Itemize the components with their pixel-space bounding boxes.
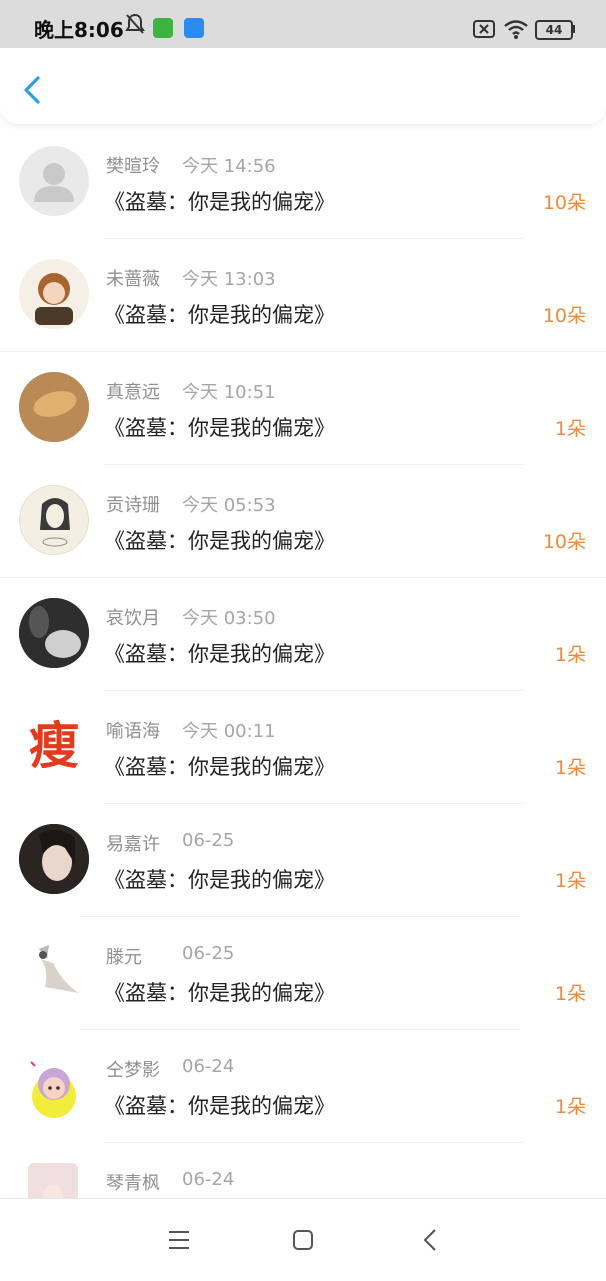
gift-record-list: 樊暄玲 今天 14:56 《盗墓：你是我的偏宠》 10朵 未蔷薇 今天 13:0… [0,126,606,1198]
user-name: 樊暄玲 [106,156,160,177]
flower-count: 1朵 [554,983,586,1005]
timestamp: 今天 00:11 [182,721,276,742]
menu-icon[interactable] [166,1227,192,1253]
avatar [19,598,89,668]
sketch-avatar-icon [40,498,70,547]
flower-count: 1朵 [554,870,586,892]
flower-count: 1朵 [554,418,586,440]
user-name: 滕元 [106,947,142,968]
bell-muted-icon [125,13,145,34]
home-square-icon[interactable] [290,1227,316,1253]
photo-avatar-icon [19,598,89,668]
list-item[interactable]: 滕元 06-25 《盗墓：你是我的偏宠》 1朵 [0,917,606,1030]
app-notification-icon [153,18,173,38]
avatar [19,824,89,894]
top-bar [0,48,606,124]
flower-count: 10朵 [542,192,586,214]
flower-count: 10朵 [542,531,586,553]
user-name: 喻语海 [106,721,160,742]
battery-indicator: 44 [535,20,573,40]
avatar [19,146,89,216]
flower-count: 1朵 [554,757,586,779]
no-sim-icon [473,20,495,38]
timestamp: 今天 14:56 [182,156,276,177]
timestamp: 今天 13:03 [182,269,276,290]
timestamp: 今天 05:53 [182,495,276,516]
user-name: 仝梦影 [106,1060,160,1081]
list-item[interactable]: 贡诗珊 今天 05:53 《盗墓：你是我的偏宠》 10朵 [0,465,606,578]
avatar [19,259,89,329]
illustration-avatar-icon [39,945,79,993]
battery-tip [572,25,575,33]
user-name: 琴青枫 [106,1173,160,1194]
user-name: 易嘉许 [106,834,160,855]
avatar [19,937,89,1007]
book-title: 《盗墓：你是我的偏宠》 [104,190,335,214]
user-name: 哀饮月 [106,608,160,629]
list-item[interactable]: 真意远 今天 10:51 《盗墓：你是我的偏宠》 1朵 [0,352,606,465]
list-item[interactable]: 瘦 喻语海 今天 00:11 《盗墓：你是我的偏宠》 1朵 [0,691,606,804]
avatar [19,1050,89,1120]
book-title: 《盗墓：你是我的偏宠》 [104,303,335,327]
timestamp: 06-24 [182,1169,235,1190]
photo-avatar-icon [19,824,89,894]
timestamp: 06-24 [182,1056,235,1077]
list-item[interactable]: 哀饮月 今天 03:50 《盗墓：你是我的偏宠》 1朵 [0,578,606,691]
user-name: 真意远 [106,382,160,403]
timestamp: 今天 10:51 [182,382,276,403]
book-title: 《盗墓：你是我的偏宠》 [104,642,335,666]
user-name: 贡诗珊 [106,495,160,516]
avatar [19,372,89,442]
timestamp: 06-25 [182,830,235,851]
timestamp: 06-25 [182,943,235,964]
list-item[interactable]: 琴青枫 06-24 [0,1143,606,1198]
flower-count: 1朵 [554,1096,586,1118]
anime-avatar-icon [35,273,73,325]
status-bar: 晚上8:06 44 [0,0,606,48]
book-title: 《盗墓：你是我的偏宠》 [104,868,335,892]
list-item[interactable]: 仝梦影 06-24 《盗墓：你是我的偏宠》 1朵 [0,1030,606,1143]
book-title: 《盗墓：你是我的偏宠》 [104,416,335,440]
flower-count: 10朵 [542,305,586,327]
flower-count: 1朵 [554,644,586,666]
back-triangle-icon[interactable] [418,1227,444,1253]
list-item[interactable]: 未蔷薇 今天 13:03 《盗墓：你是我的偏宠》 10朵 [0,239,606,352]
book-title: 《盗墓：你是我的偏宠》 [104,755,335,779]
chat-notification-icon [184,18,204,38]
default-avatar-icon [34,163,74,202]
cartoon-avatar-icon [30,1061,76,1118]
text-avatar: 瘦 [29,717,79,775]
timestamp: 今天 03:50 [182,608,276,629]
food-avatar-icon [19,372,89,442]
wifi-icon [504,20,528,39]
list-item[interactable]: 易嘉许 06-25 《盗墓：你是我的偏宠》 1朵 [0,804,606,917]
book-title: 《盗墓：你是我的偏宠》 [104,981,335,1005]
avatar: 瘦 [19,711,89,781]
chevron-left-icon[interactable] [18,72,48,108]
status-time: 晚上8:06 [34,18,124,42]
system-navigation-bar [0,1198,606,1281]
avatar [19,485,89,555]
book-title: 《盗墓：你是我的偏宠》 [104,1094,335,1118]
photo-avatar-icon [28,1163,78,1198]
list-item[interactable]: 樊暄玲 今天 14:56 《盗墓：你是我的偏宠》 10朵 [0,126,606,239]
book-title: 《盗墓：你是我的偏宠》 [104,529,335,553]
avatar [28,1163,78,1198]
user-name: 未蔷薇 [106,269,160,290]
